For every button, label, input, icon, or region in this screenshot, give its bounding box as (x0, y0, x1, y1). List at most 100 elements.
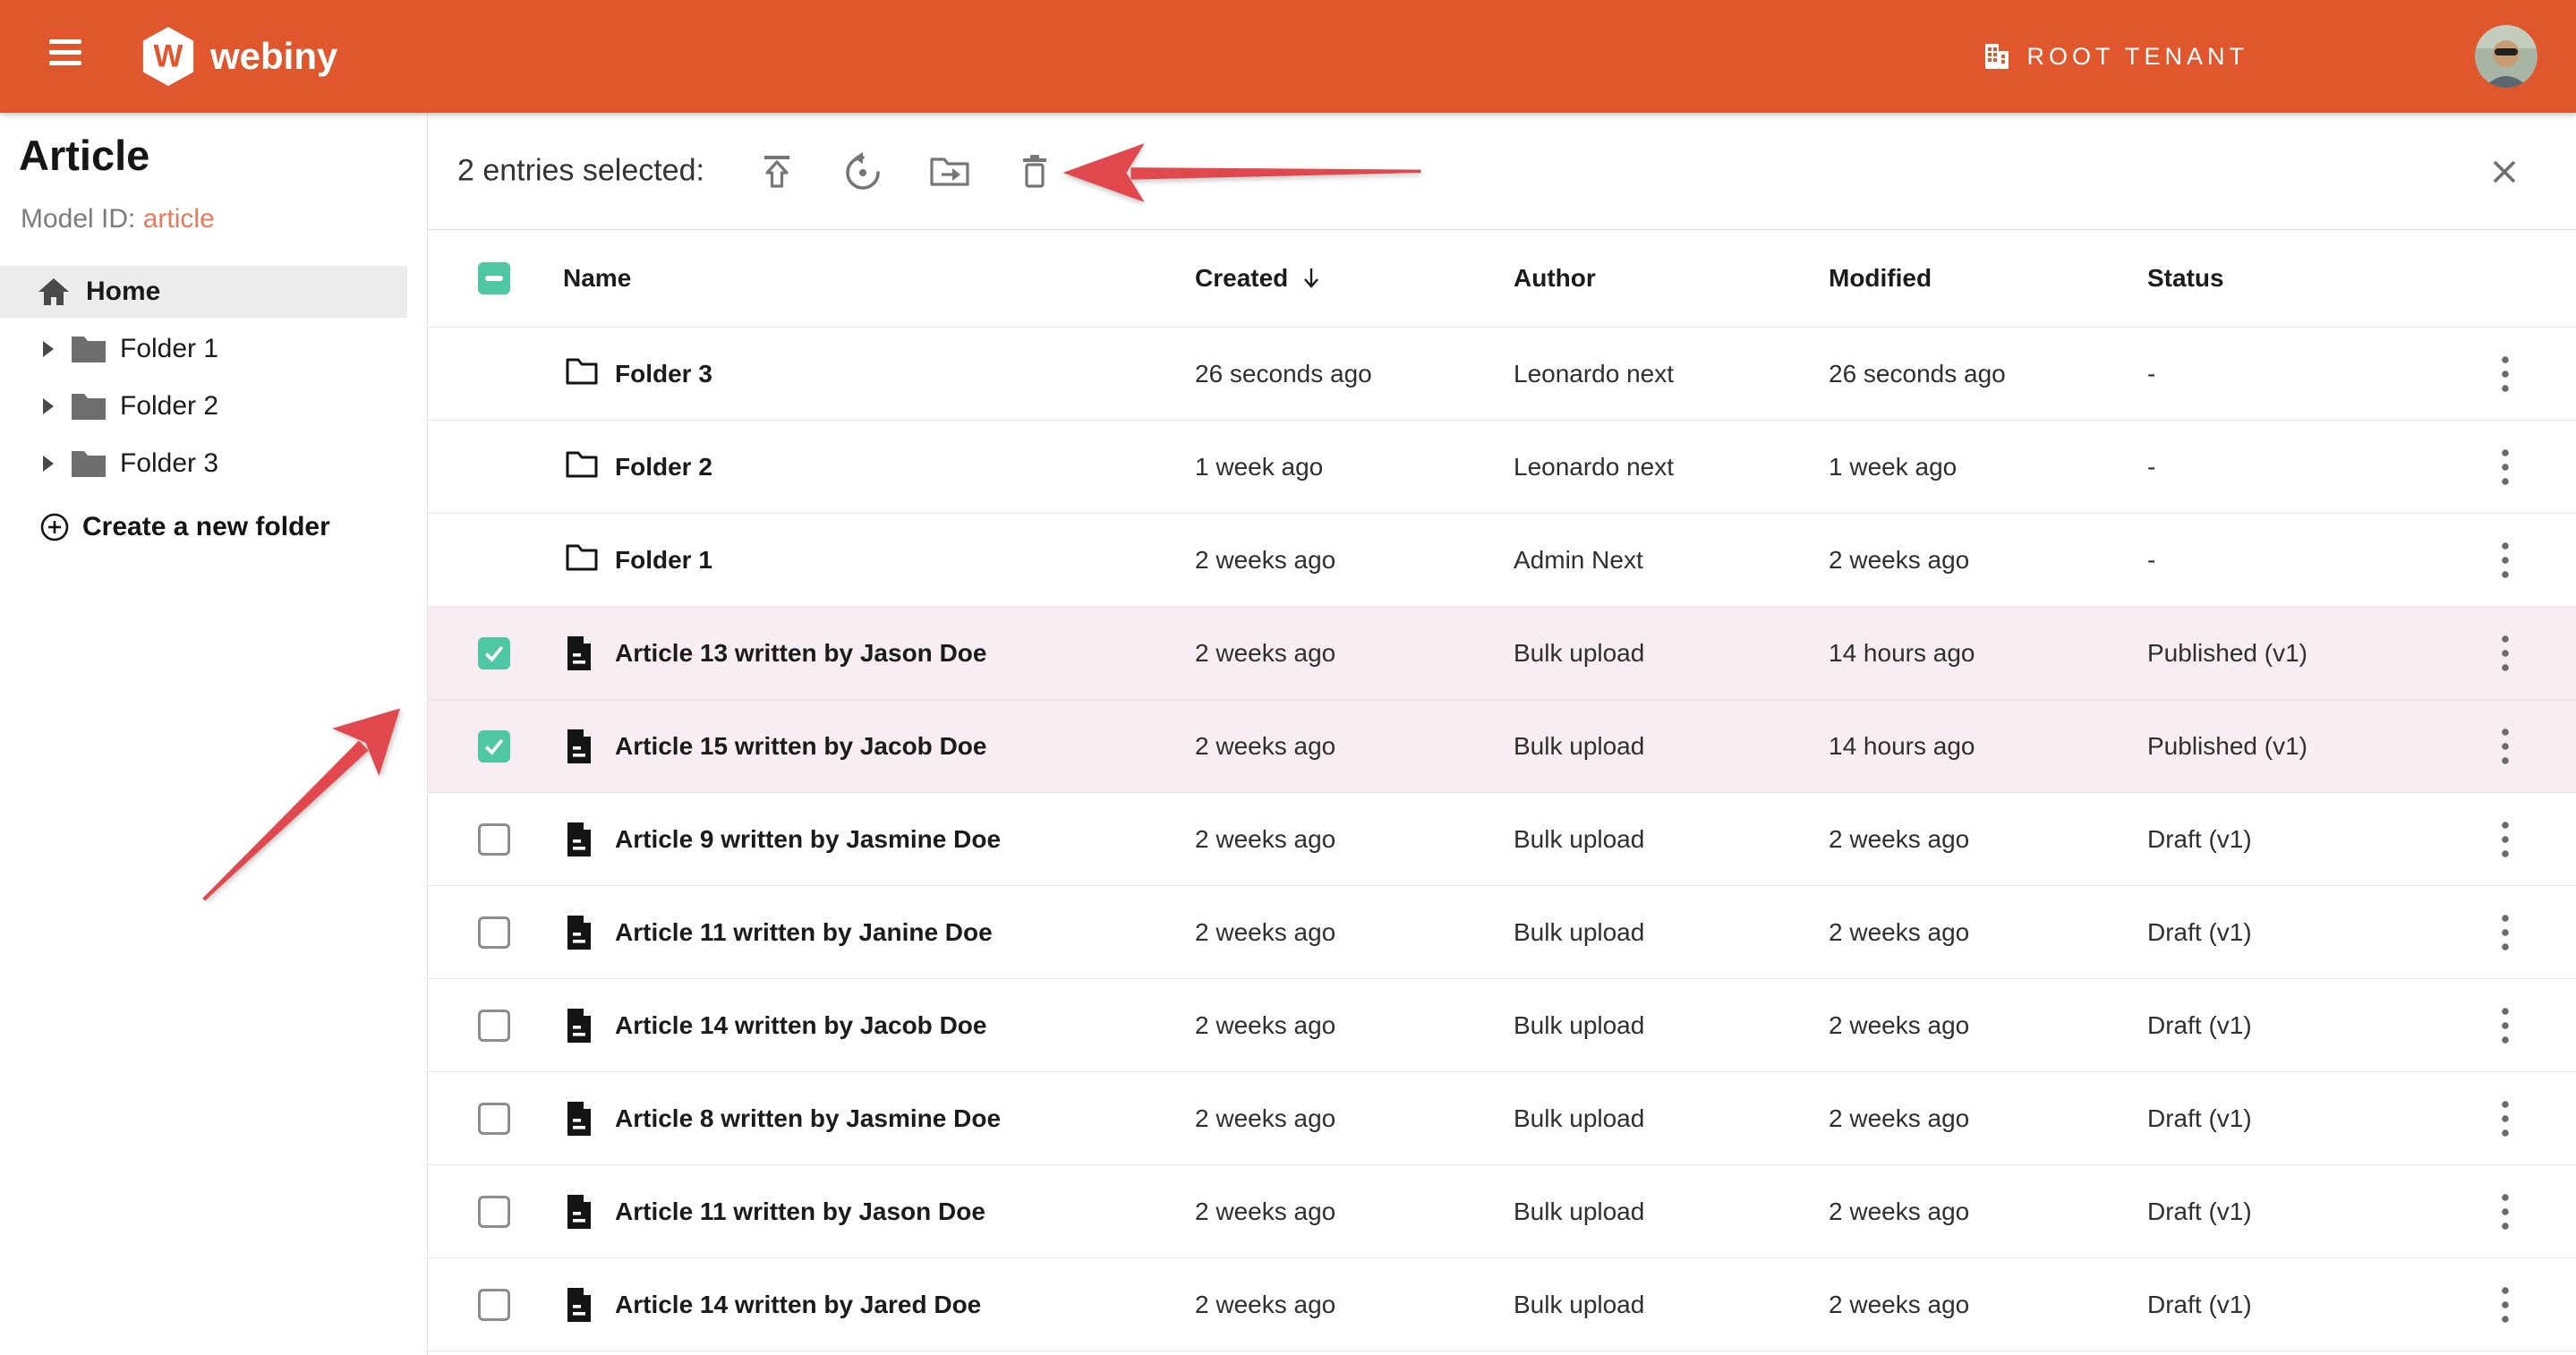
row-name[interactable]: Article 8 written by Jasmine Doe (615, 1104, 1001, 1133)
row-name[interactable]: Article 14 written by Jared Doe (615, 1291, 981, 1319)
column-header-status[interactable]: Status (2147, 264, 2224, 293)
row-modified: 2 weeks ago (1829, 1104, 1969, 1133)
folder-icon (70, 334, 107, 364)
tenant-selector[interactable]: ROOT TENANT (1982, 0, 2248, 113)
move-to-folder-button[interactable] (925, 147, 975, 197)
sidebar-item-folder-3[interactable]: Folder 3 (0, 435, 407, 492)
brand-wordmark: webiny (210, 38, 337, 75)
table-row[interactable]: Article 14 written by Jacob Doe 2 weeks … (428, 979, 2576, 1072)
sidebar-home-label: Home (86, 277, 160, 307)
table-row[interactable]: Folder 1 2 weeks ago Admin Next 2 weeks … (428, 514, 2576, 607)
sidebar-item-folder-2[interactable]: Folder 2 (0, 378, 407, 435)
row-actions-kebab-icon[interactable] (2484, 349, 2527, 399)
row-type-icon (565, 449, 601, 485)
table-row[interactable]: Article 11 written by Janine Doe 2 weeks… (428, 886, 2576, 979)
folder-label: Folder 2 (120, 391, 218, 422)
table-row[interactable]: Folder 3 26 seconds ago Leonardo next 26… (428, 328, 2576, 421)
delete-button[interactable] (1010, 147, 1060, 197)
create-folder-button[interactable]: Create a new folder (0, 505, 407, 550)
sidebar-item-folder-1[interactable]: Folder 1 (0, 320, 407, 378)
row-author: Bulk upload (1514, 918, 1644, 947)
row-author: Bulk upload (1514, 1291, 1644, 1319)
table-row[interactable]: Article 15 written by Jacob Doe 2 weeks … (428, 700, 2576, 793)
table-row[interactable]: Article 8 written by Jasmine Doe 2 weeks… (428, 1072, 2576, 1165)
table-header: Name Created Author Modified Status (428, 230, 2576, 328)
row-modified: 2 weeks ago (1829, 1291, 1969, 1319)
check-icon (481, 640, 508, 667)
row-modified: 1 week ago (1829, 453, 1957, 481)
row-actions-kebab-icon[interactable] (2484, 721, 2527, 771)
row-checkbox[interactable] (478, 730, 510, 763)
row-actions-kebab-icon[interactable] (2484, 628, 2527, 678)
row-name[interactable]: Folder 3 (615, 360, 712, 388)
row-checkbox[interactable] (478, 823, 510, 856)
row-actions-kebab-icon[interactable] (2484, 1001, 2527, 1051)
column-header-modified[interactable]: Modified (1829, 264, 1932, 293)
caret-right-icon[interactable] (43, 341, 54, 357)
row-checkbox[interactable] (478, 1103, 510, 1135)
model-id-value: article (143, 204, 215, 234)
row-name[interactable]: Folder 2 (615, 453, 712, 481)
row-type-icon (565, 542, 601, 578)
column-header-created[interactable]: Created (1195, 264, 1322, 293)
row-name[interactable]: Article 11 written by Janine Doe (615, 918, 993, 947)
row-created: 2 weeks ago (1195, 546, 1335, 575)
row-actions-kebab-icon[interactable] (2484, 1280, 2527, 1330)
select-all-checkbox[interactable] (478, 262, 510, 294)
home-icon (38, 277, 70, 306)
row-actions-kebab-icon[interactable] (2484, 535, 2527, 585)
column-header-name[interactable]: Name (563, 264, 631, 293)
unpublish-restore-button[interactable] (838, 147, 888, 197)
sidebar-item-home[interactable]: Home (0, 266, 407, 318)
row-created: 2 weeks ago (1195, 1291, 1335, 1319)
row-author: Bulk upload (1514, 639, 1644, 668)
row-checkbox[interactable] (478, 1010, 510, 1042)
caret-right-icon[interactable] (43, 456, 54, 472)
table-row[interactable]: Article 13 written by Jason Doe 2 weeks … (428, 607, 2576, 700)
row-name[interactable]: Article 15 written by Jacob Doe (615, 732, 986, 761)
content-panel: 2 entries selected: (428, 113, 2576, 1355)
close-selection-button[interactable] (2479, 147, 2529, 197)
row-actions-kebab-icon[interactable] (2484, 442, 2527, 492)
row-created: 2 weeks ago (1195, 1011, 1335, 1040)
column-header-author[interactable]: Author (1514, 264, 1596, 293)
table-row[interactable]: Article 9 written by Jasmine Doe 2 weeks… (428, 793, 2576, 886)
document-icon (565, 822, 593, 857)
row-created: 2 weeks ago (1195, 825, 1335, 854)
folder-label: Folder 1 (120, 334, 218, 364)
row-checkbox[interactable] (478, 916, 510, 949)
row-created: 2 weeks ago (1195, 1197, 1335, 1226)
webiny-logo[interactable]: W webiny (141, 25, 337, 88)
publish-button[interactable] (752, 147, 802, 197)
row-name[interactable]: Folder 1 (615, 546, 712, 575)
webiny-hexagon-icon: W (141, 25, 196, 88)
row-type-icon (565, 356, 601, 392)
table-row[interactable]: Article 11 written by Jason Doe 2 weeks … (428, 1165, 2576, 1258)
row-checkbox[interactable] (478, 637, 510, 669)
row-actions-kebab-icon[interactable] (2484, 908, 2527, 958)
row-actions-kebab-icon[interactable] (2484, 1094, 2527, 1144)
svg-text:W: W (154, 39, 183, 74)
close-icon (2491, 158, 2518, 185)
row-modified: 26 seconds ago (1829, 360, 2006, 388)
row-name[interactable]: Article 13 written by Jason Doe (615, 639, 986, 668)
row-type-icon (565, 915, 601, 950)
user-avatar[interactable] (2475, 25, 2538, 88)
hamburger-menu-icon[interactable] (49, 39, 85, 73)
row-name[interactable]: Article 14 written by Jacob Doe (615, 1011, 986, 1040)
row-checkbox[interactable] (478, 1289, 510, 1321)
row-type-icon (565, 729, 601, 764)
row-modified: 2 weeks ago (1829, 546, 1969, 575)
caret-right-icon[interactable] (43, 398, 54, 414)
table-row[interactable]: Folder 2 1 week ago Leonardo next 1 week… (428, 421, 2576, 514)
row-created: 2 weeks ago (1195, 639, 1335, 668)
table-row[interactable]: Article 14 written by Jared Doe 2 weeks … (428, 1258, 2576, 1351)
row-actions-kebab-icon[interactable] (2484, 1187, 2527, 1237)
row-name[interactable]: Article 11 written by Jason Doe (615, 1197, 985, 1226)
row-modified: 14 hours ago (1829, 639, 1975, 668)
row-actions-kebab-icon[interactable] (2484, 814, 2527, 865)
top-app-bar: W webiny ROOT TENANT (0, 0, 2576, 113)
model-id-label: Model ID: (21, 204, 135, 234)
row-checkbox[interactable] (478, 1196, 510, 1228)
row-name[interactable]: Article 9 written by Jasmine Doe (615, 825, 1001, 854)
